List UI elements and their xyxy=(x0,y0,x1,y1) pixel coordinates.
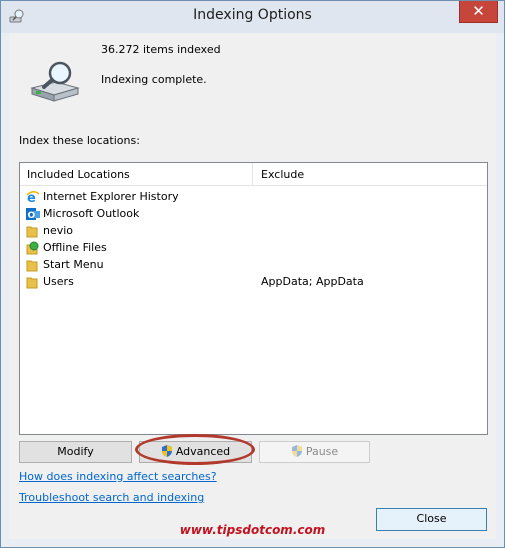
ie-icon: e xyxy=(26,191,40,204)
uac-shield-icon xyxy=(291,445,302,457)
folder-icon xyxy=(26,277,38,289)
close-icon[interactable]: ✕ xyxy=(459,1,498,23)
how-indexing-link[interactable]: How does indexing affect searches? xyxy=(19,470,217,483)
dialog-body: 36.272 items indexed Indexing complete. … xyxy=(9,33,496,539)
list-item[interactable]: Start Menu xyxy=(20,257,487,274)
list-body: e Internet Explorer History O Microsoft … xyxy=(20,186,487,434)
close-button[interactable]: Close xyxy=(376,508,487,531)
outlook-icon: O xyxy=(26,208,40,221)
offline-files-icon xyxy=(26,241,39,255)
pause-button-label: Pause xyxy=(305,445,339,458)
folder-icon xyxy=(26,260,38,272)
list-item[interactable]: nevio xyxy=(20,223,487,240)
list-item[interactable]: e Internet Explorer History xyxy=(20,189,487,206)
column-header-exclude[interactable]: Exclude xyxy=(261,168,304,181)
list-item[interactable]: Offline Files xyxy=(20,240,487,257)
pause-button[interactable]: Pause xyxy=(259,441,370,463)
highlight-circle xyxy=(135,434,255,465)
items-indexed-count: 36.272 items indexed xyxy=(101,43,221,56)
location-name: nevio xyxy=(43,224,74,237)
location-name: Microsoft Outlook xyxy=(43,207,140,220)
close-button-label: Close xyxy=(416,512,447,525)
location-name: Offline Files xyxy=(43,241,107,254)
location-exclude: AppData; AppData xyxy=(261,275,364,288)
location-name: Users xyxy=(43,275,74,288)
list-item[interactable]: Users AppData; AppData xyxy=(20,274,487,291)
column-header-included[interactable]: Included Locations xyxy=(27,168,130,181)
list-item[interactable]: O Microsoft Outlook xyxy=(20,206,487,223)
folder-icon xyxy=(26,226,38,238)
window-title: Indexing Options xyxy=(193,7,312,23)
svg-text:O: O xyxy=(28,211,36,221)
locations-label: Index these locations: xyxy=(19,134,140,147)
modify-button[interactable]: Modify xyxy=(19,441,132,463)
location-name: Internet Explorer History xyxy=(43,190,179,203)
indexing-options-window: Indexing Options ✕ 36.272 items indexed … xyxy=(0,0,505,548)
locations-list[interactable]: Included Locations Exclude e Internet Ex… xyxy=(19,162,488,435)
title-bar[interactable]: Indexing Options ✕ xyxy=(1,1,504,33)
modify-button-label: Modify xyxy=(57,445,94,458)
indexing-drive-icon xyxy=(30,61,80,102)
location-name: Start Menu xyxy=(43,258,104,271)
column-divider[interactable] xyxy=(252,163,253,185)
list-header: Included Locations Exclude xyxy=(20,163,487,186)
troubleshoot-link[interactable]: Troubleshoot search and indexing xyxy=(19,491,204,504)
indexing-status-message: Indexing complete. xyxy=(101,73,207,86)
